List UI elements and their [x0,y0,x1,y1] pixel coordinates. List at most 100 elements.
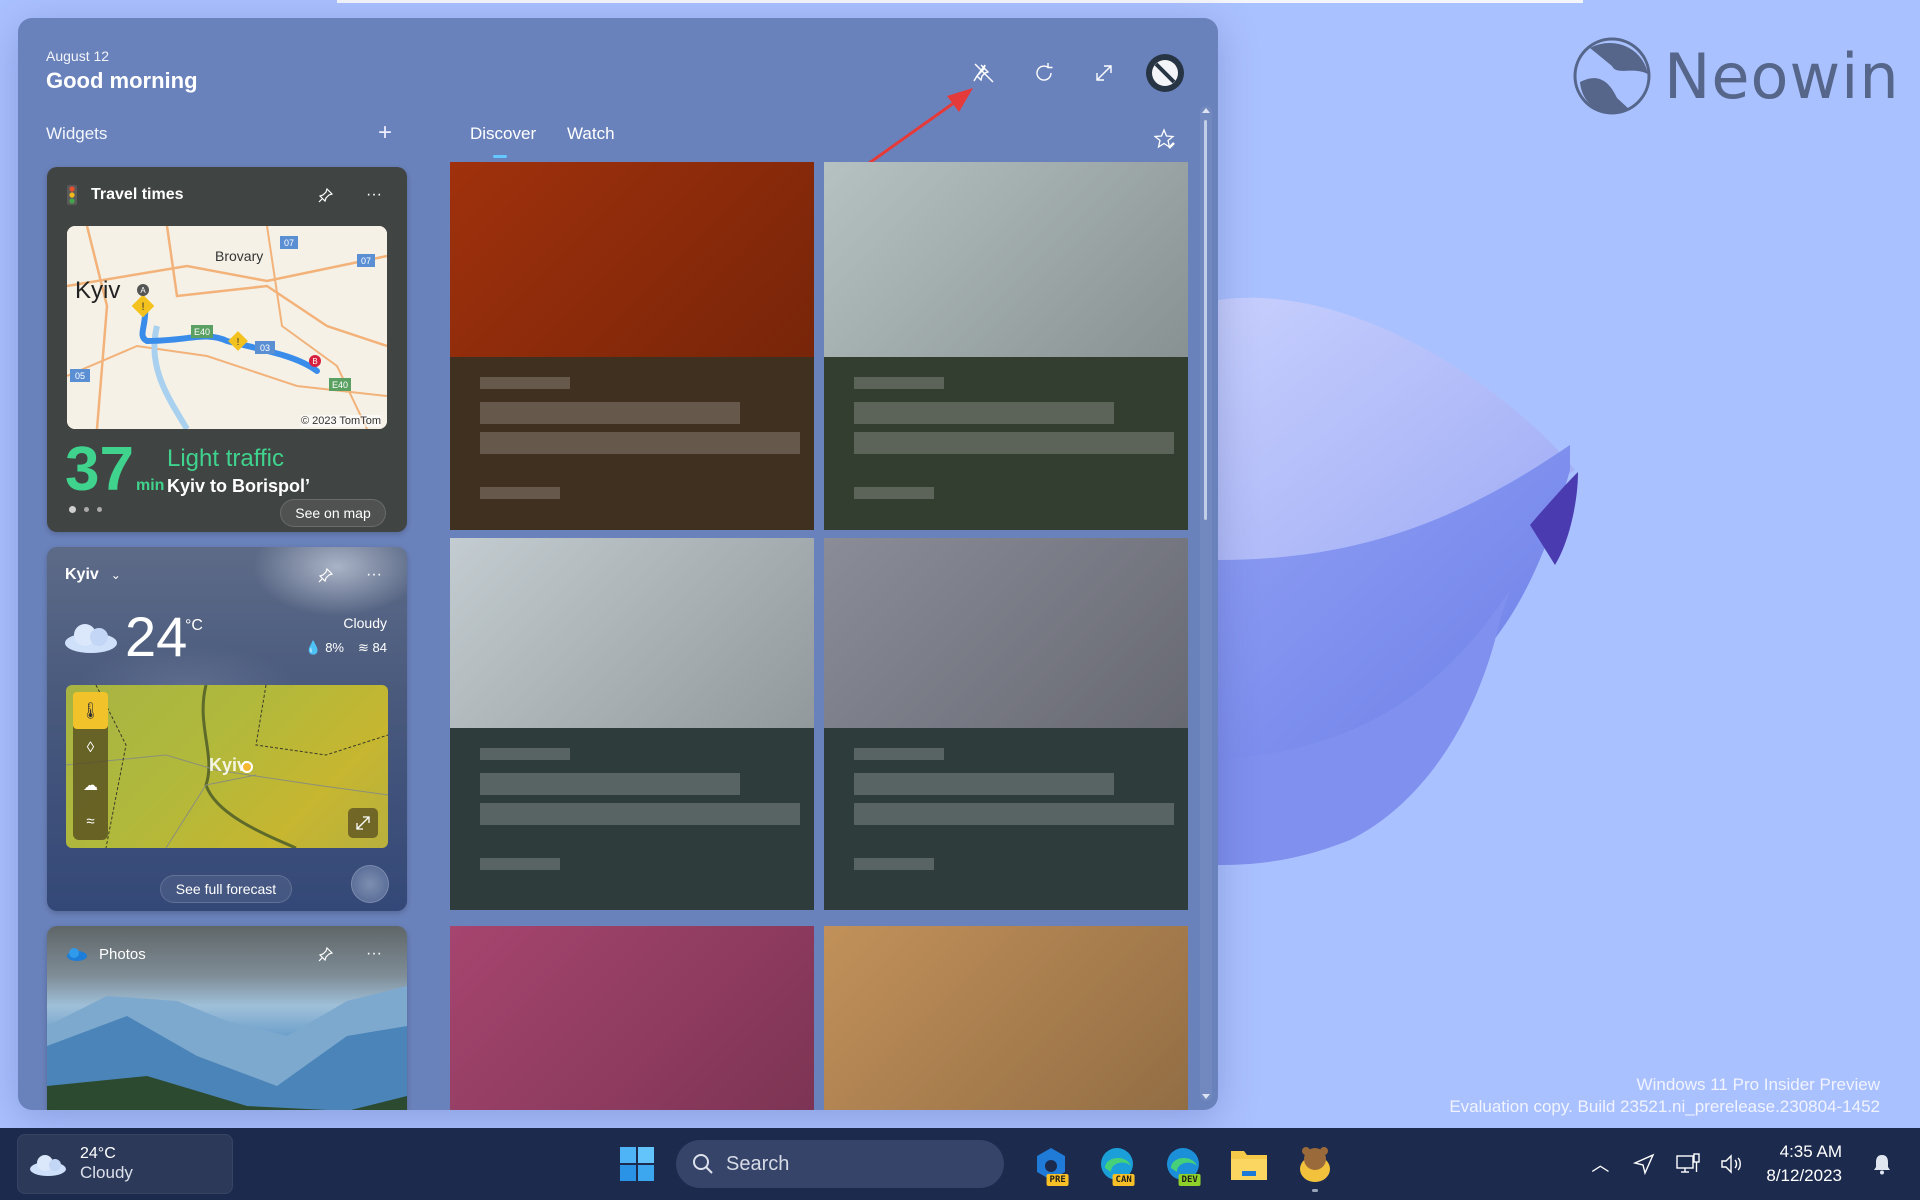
profile-avatar[interactable] [1146,54,1184,92]
location-chevron-down-icon[interactable]: ⌄ [111,568,291,582]
more-icon: ··· [366,566,382,583]
travel-more-button[interactable]: ··· [361,182,387,208]
news-card-image [824,926,1188,1110]
page-dot[interactable] [84,507,89,512]
news-card-text-placeholder [854,432,1174,454]
news-card[interactable] [450,538,814,910]
scroll-up-arrow-icon[interactable] [1202,108,1210,113]
layer-precipitation-button[interactable]: ◊ [73,729,108,766]
weather-pin-button[interactable] [313,562,339,588]
news-card[interactable] [824,926,1188,1110]
widgets-board: August 12 Good morning Widgets + Travel … [18,18,1218,1110]
scroll-down-arrow-icon[interactable] [1202,1094,1210,1099]
neowin-logo-icon [1573,37,1651,115]
travel-route-map[interactable]: ! ! A B Kyiv Brovary 07 07 E40 03 05 E40… [67,226,387,429]
tab-discover[interactable]: Discover [470,124,536,144]
expand-map-button[interactable] [348,808,378,838]
travel-page-dots[interactable] [69,506,102,513]
news-card-text-placeholder [854,402,1114,424]
expand-board-button[interactable] [1086,55,1122,91]
weather-location[interactable]: Kyiv [65,566,99,584]
neowin-wordmark: Neowin [1664,39,1900,113]
expand-icon [356,816,370,830]
unpin-icon [973,63,994,83]
page-dot[interactable] [97,507,102,512]
volume-button[interactable] [1710,1142,1754,1186]
layer-wind-button[interactable]: ≈ [73,803,108,840]
running-indicator [1312,1189,1318,1192]
svg-text:E40: E40 [332,380,348,390]
map-copyright: © 2023 TomTom [300,415,381,427]
news-card-text-placeholder [854,748,944,760]
see-full-forecast-button[interactable]: See full forecast [160,875,292,903]
traffic-light-icon [67,185,77,205]
photos-pin-button[interactable] [313,941,339,967]
layer-clouds-button[interactable]: ☁ [73,766,108,803]
refresh-icon [1036,63,1053,81]
location-arrow-icon [1633,1153,1655,1175]
travel-minutes: 37 [65,435,134,504]
photos-widget[interactable]: Photos ··· [47,926,407,1110]
clock-button[interactable]: 4:35 AM 8/12/2023 [1754,1140,1860,1188]
taskbar-app-edge-canary[interactable]: CAN [1084,1136,1150,1192]
see-on-map-button[interactable]: See on map [280,499,386,527]
news-card[interactable] [824,538,1188,910]
news-card[interactable] [824,162,1188,530]
weather-extra-icon[interactable] [351,865,389,903]
top-edge-strip [337,0,1583,3]
taskbar-weather-temp: 24°C [80,1145,116,1162]
taskbar-app-edge-beta[interactable]: PRE [1018,1136,1084,1192]
weather-map[interactable]: 🌡 ◊ ☁ ≈ Kyiv [66,685,388,848]
location-button[interactable] [1622,1142,1666,1186]
svg-text:B: B [312,357,317,366]
feed-scrollbar[interactable] [1200,106,1212,1101]
onedrive-icon [67,948,87,961]
humidity-stat: ≋ 84 [358,640,387,655]
taskbar-app-file-explorer[interactable] [1216,1136,1282,1192]
show-hidden-icons-button[interactable]: ︿ [1578,1142,1622,1186]
clock-date: 8/12/2023 [1766,1166,1842,1185]
cloud-icon [65,624,117,653]
wind-icon: ≈ [86,813,95,830]
page-dot[interactable] [69,506,76,513]
network-button[interactable] [1666,1142,1710,1186]
travel-pin-button[interactable] [313,182,339,208]
map-label-kyiv: Kyiv [75,277,120,304]
travel-minutes-unit: min [135,477,165,494]
unpin-board-button[interactable] [966,55,1002,91]
refresh-button[interactable] [1026,55,1062,91]
news-card[interactable] [450,162,814,530]
tab-watch[interactable]: Watch [567,124,615,144]
layer-temperature-button[interactable]: 🌡 [73,692,108,729]
clouds-icon: ☁ [83,776,98,794]
pin-icon [318,567,334,583]
photos-more-button[interactable]: ··· [361,941,387,967]
news-card-text-placeholder [854,803,1174,825]
panel-greeting: Good morning [46,68,198,93]
taskbar: 24°C Cloudy Search PRE CAN DEV ︿ 4:35 AM… [0,1128,1920,1200]
droplet-icon: 💧 [305,640,322,655]
wind-lines-icon: ≋ [358,640,369,655]
taskbar-search-box[interactable]: Search [676,1140,1004,1188]
weather-more-button[interactable]: ··· [361,562,387,588]
folder-icon [1231,1151,1267,1180]
search-icon [693,1154,713,1174]
route-label: Kyiv to Borispol’ [167,476,311,496]
notifications-button[interactable] [1860,1142,1904,1186]
scrollbar-thumb[interactable] [1204,120,1207,520]
red-annotation-arrow-icon [864,88,973,168]
add-widget-button[interactable]: + [370,118,400,148]
weather-condition: Cloudy [343,615,387,631]
personalize-interests-button[interactable] [1150,124,1180,154]
chevron-up-icon: ︿ [1591,1155,1610,1175]
taskbar-app-edge-dev[interactable]: DEV [1150,1136,1216,1192]
ethernet-icon [1676,1153,1701,1173]
pin-icon [318,187,334,203]
news-card-text-placeholder [480,402,740,424]
taskbar-app-bear[interactable] [1282,1136,1348,1192]
start-button[interactable] [604,1136,670,1192]
more-icon: ··· [366,186,382,203]
news-card[interactable] [450,926,814,1110]
bell-icon [1874,1155,1890,1175]
taskbar-weather-button[interactable]: 24°C Cloudy [17,1134,233,1194]
